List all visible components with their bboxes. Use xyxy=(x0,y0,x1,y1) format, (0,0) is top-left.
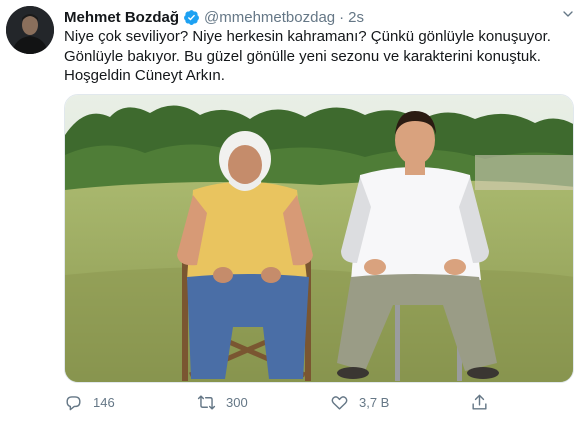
retweet-icon xyxy=(197,394,216,410)
reply-count: 146 xyxy=(93,394,115,410)
share-icon xyxy=(472,394,487,410)
tweet-text-line: Niye çok seviliyor? Niye herkesin kahram… xyxy=(64,28,551,45)
avatar[interactable] xyxy=(6,6,54,54)
chevron-down-icon xyxy=(563,11,573,17)
more-options-button[interactable] xyxy=(556,2,580,26)
heart-icon xyxy=(331,395,348,410)
tweet-text-line: Gönlüyle bakıyor. Bu güzel gönülle yeni … xyxy=(64,47,541,65)
separator-dot: · xyxy=(339,8,345,26)
like-button[interactable]: 3,7 B xyxy=(330,390,389,414)
tweet-text-line: Hoşgeldin Cüneyt Arkın. xyxy=(64,67,225,84)
tweet[interactable]: Mehmet Bozdağ @mmehmetbozdag · 2s Niye ç… xyxy=(0,0,588,424)
tweet-text: Niye çok seviliyor? Niye herkesin kahram… xyxy=(64,27,574,86)
tweet-actions: 146 300 3,7 B xyxy=(64,390,504,414)
like-count: 3,7 B xyxy=(359,394,390,410)
retweet-button[interactable]: 300 xyxy=(197,390,248,414)
tweet-photo[interactable] xyxy=(64,94,574,383)
author-handle[interactable]: @mmehmetbozdag xyxy=(204,9,335,26)
photo-two-men-seated-outdoors xyxy=(65,95,573,382)
share-button[interactable] xyxy=(470,390,489,414)
author-name[interactable]: Mehmet Bozdağ xyxy=(64,9,179,26)
avatar-photo xyxy=(6,6,54,54)
reply-button[interactable]: 146 xyxy=(64,390,115,414)
reply-icon xyxy=(66,395,81,410)
tweet-header: Mehmet Bozdağ @mmehmetbozdag · 2s xyxy=(64,6,364,28)
tweet-timestamp[interactable]: 2s xyxy=(348,9,364,26)
retweet-count: 300 xyxy=(226,394,248,410)
verified-badge-icon xyxy=(183,9,200,26)
